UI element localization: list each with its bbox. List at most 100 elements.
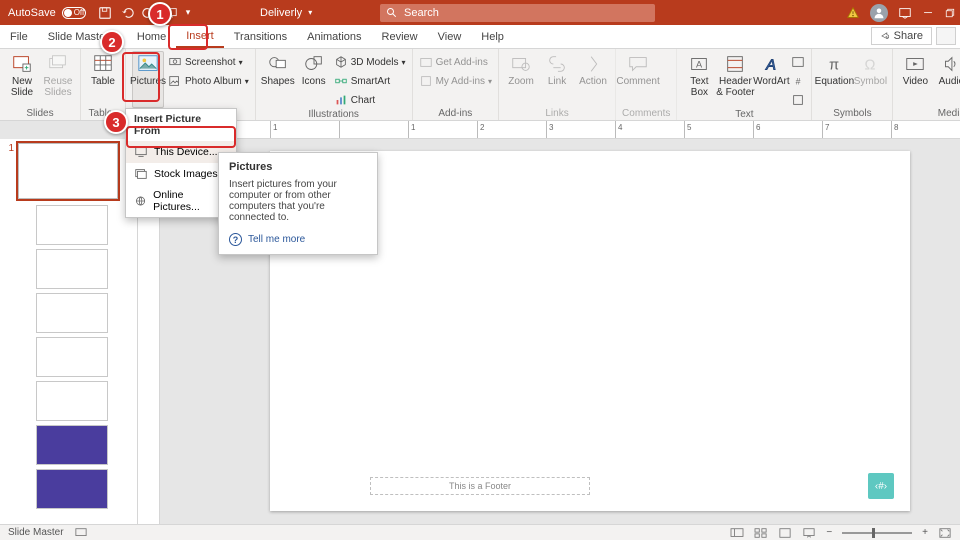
search-icon xyxy=(386,7,398,19)
tab-transitions[interactable]: Transitions xyxy=(224,25,297,48)
tab-file[interactable]: File xyxy=(0,25,38,48)
callout-3: 3 xyxy=(104,110,128,134)
share-button[interactable]: Share xyxy=(871,27,932,45)
header-footer-icon xyxy=(724,53,746,75)
tab-help[interactable]: Help xyxy=(471,25,514,48)
restore-button[interactable] xyxy=(944,7,956,19)
layout-thumb-2[interactable] xyxy=(36,249,108,289)
tab-view[interactable]: View xyxy=(428,25,472,48)
group-media: Video Audio Scre Reco Media xyxy=(893,49,960,120)
new-slide-button[interactable]: New Slide xyxy=(6,51,38,108)
toggle-switch[interactable]: Off xyxy=(62,7,86,19)
master-thumbnail[interactable] xyxy=(18,143,118,199)
wordart-icon: A xyxy=(760,53,782,75)
group-text: AText Box Header & Footer AWordArt # Tex… xyxy=(677,49,812,120)
layout-thumb-6[interactable] xyxy=(36,425,108,465)
equation-icon: π xyxy=(823,53,845,75)
group-slides: New Slide Reuse Slides Slides xyxy=(0,49,81,120)
textbox-button[interactable]: AText Box xyxy=(683,51,715,109)
search-box[interactable]: Search xyxy=(380,4,655,22)
shapes-button[interactable]: Shapes xyxy=(262,51,294,109)
tooltip-body: Insert pictures from your computer or fr… xyxy=(229,179,367,223)
footer-placeholder[interactable]: This is a Footer xyxy=(370,477,590,495)
tab-insert[interactable]: Insert xyxy=(176,25,224,48)
date-icon xyxy=(791,55,805,69)
layout-thumb-5[interactable] xyxy=(36,381,108,421)
document-title[interactable]: Deliverly ▾ xyxy=(260,7,312,19)
header-footer-button[interactable]: Header & Footer xyxy=(719,51,751,109)
link-button[interactable]: Link xyxy=(541,51,573,108)
comment-button[interactable]: Comment xyxy=(622,51,654,108)
comments-pane-button[interactable] xyxy=(936,27,956,45)
sorter-view-icon[interactable] xyxy=(754,527,768,539)
help-icon: ? xyxy=(229,233,242,246)
reading-view-icon[interactable] xyxy=(778,527,792,539)
table-button[interactable]: Table xyxy=(87,51,119,108)
title-bar: AutoSave Off ▾ Deliverly ▾ Search ─ xyxy=(0,0,960,25)
pictures-tooltip: Pictures Insert pictures from your compu… xyxy=(218,152,378,255)
icons-icon xyxy=(303,53,325,75)
pictures-button[interactable]: Pictures xyxy=(132,51,164,108)
reuse-slides-icon xyxy=(47,53,69,75)
ruler-horizontal: 1 1 2 3 4 5 6 7 8 xyxy=(160,121,960,139)
wordart-button[interactable]: AWordArt xyxy=(755,51,787,109)
pictures-menu-header: Insert Picture From xyxy=(126,109,236,141)
autosave-toggle[interactable]: AutoSave Off xyxy=(8,7,86,19)
layout-thumb-1[interactable] xyxy=(36,205,108,245)
tab-animations[interactable]: Animations xyxy=(297,25,371,48)
action-button[interactable]: Action xyxy=(577,51,609,108)
user-avatar[interactable] xyxy=(870,4,888,22)
audio-icon xyxy=(940,53,960,75)
slide-thumbnails-panel[interactable]: 1 xyxy=(0,139,138,524)
video-button[interactable]: Video xyxy=(899,51,931,108)
fit-window-icon[interactable] xyxy=(938,527,952,539)
slide-number-placeholder[interactable]: ‹#› xyxy=(868,473,894,499)
ribbon-display-icon[interactable] xyxy=(898,6,912,20)
undo-icon[interactable] xyxy=(120,6,134,20)
slideshow-view-icon[interactable] xyxy=(802,527,816,539)
group-comments: Comment Comments xyxy=(616,49,677,120)
zoom-in-button[interactable]: + xyxy=(922,527,928,538)
svg-text:π: π xyxy=(829,58,839,74)
qat-more-icon[interactable]: ▾ xyxy=(186,7,191,18)
reuse-slides-button: Reuse Slides xyxy=(42,51,74,108)
my-addins-button[interactable]: My Add-ins▾ xyxy=(419,72,492,90)
layout-thumb-3[interactable] xyxy=(36,293,108,333)
store-icon xyxy=(419,55,433,69)
equation-button[interactable]: πEquation xyxy=(818,51,850,108)
tooltip-title: Pictures xyxy=(229,161,367,173)
3d-models-button[interactable]: 3D Models▾ xyxy=(334,53,406,71)
warning-icon[interactable] xyxy=(846,6,860,20)
link-icon xyxy=(546,53,568,75)
layout-thumb-4[interactable] xyxy=(36,337,108,377)
screenshot-button[interactable]: Screenshot▾ xyxy=(168,53,249,71)
zoom-slider[interactable] xyxy=(842,532,912,534)
photo-album-button[interactable]: Photo Album▾ xyxy=(168,72,249,90)
addins-icon xyxy=(419,74,433,88)
save-icon[interactable] xyxy=(98,6,112,20)
object-button[interactable] xyxy=(791,91,805,109)
zoom-out-button[interactable]: − xyxy=(826,527,832,538)
smartart-button[interactable]: SmartArt xyxy=(334,72,406,90)
status-view-icon[interactable] xyxy=(74,527,88,539)
tab-review[interactable]: Review xyxy=(372,25,428,48)
normal-view-icon[interactable] xyxy=(730,527,744,539)
minimize-button[interactable]: ─ xyxy=(922,7,934,19)
ribbon-tabs: File Slide Master Home Insert Transition… xyxy=(0,25,960,49)
master-thumb-row[interactable]: 1 xyxy=(0,141,137,201)
tab-home[interactable]: Home xyxy=(119,25,176,48)
audio-button[interactable]: Audio xyxy=(935,51,960,108)
slide-number-button[interactable]: # xyxy=(791,72,805,90)
object-icon xyxy=(791,93,805,107)
get-addins-button[interactable]: Get Add-ins xyxy=(419,53,492,71)
shapes-icon xyxy=(267,53,289,75)
date-time-button[interactable] xyxy=(791,53,805,71)
video-icon xyxy=(904,53,926,75)
icons-button[interactable]: Icons xyxy=(298,51,330,109)
group-tables: Table Tables xyxy=(81,49,126,120)
chart-button[interactable]: Chart xyxy=(334,91,406,109)
zoom-button[interactable]: Zoom xyxy=(505,51,537,108)
cube-icon xyxy=(334,55,348,69)
layout-thumb-7[interactable] xyxy=(36,469,108,509)
tell-me-more-link[interactable]: ? Tell me more xyxy=(229,233,367,246)
